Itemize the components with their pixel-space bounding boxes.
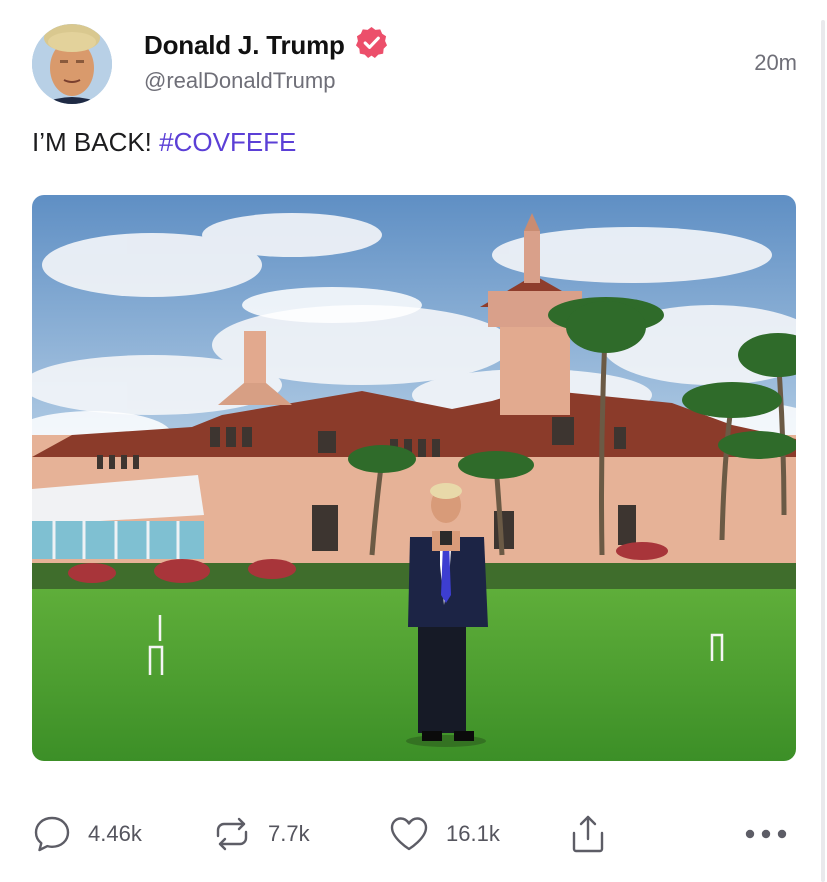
more-dots-icon bbox=[745, 828, 787, 840]
reply-count: 4.46k bbox=[88, 821, 142, 846]
post-photo[interactable] bbox=[32, 195, 796, 761]
post-header: Donald J. Trump @realDonaldTrump 20m bbox=[32, 24, 797, 108]
author-handle[interactable]: @realDonaldTrump bbox=[144, 68, 335, 94]
repost-arrows-icon bbox=[212, 814, 252, 854]
repost-count: 7.7k bbox=[268, 821, 310, 846]
post-text: I’M BACK! #COVFEFE bbox=[32, 127, 296, 158]
scrollbar[interactable] bbox=[821, 20, 825, 882]
reply-button[interactable]: 4.46k bbox=[32, 808, 142, 860]
like-button[interactable]: 16.1k bbox=[388, 808, 500, 860]
post-text-body: I’M BACK! bbox=[32, 127, 160, 157]
share-button[interactable] bbox=[570, 808, 606, 860]
post-action-bar: 4.46k 7.7k 16.1k bbox=[32, 808, 797, 860]
more-options-button[interactable] bbox=[745, 808, 787, 860]
heart-icon bbox=[388, 814, 430, 854]
verified-badge-icon bbox=[355, 26, 388, 64]
hashtag-link[interactable]: #COVFEFE bbox=[159, 127, 296, 157]
like-count: 16.1k bbox=[446, 821, 500, 846]
author-name-row: Donald J. Trump bbox=[144, 26, 388, 64]
share-icon bbox=[570, 813, 606, 855]
avatar[interactable] bbox=[32, 24, 112, 104]
author-display-name[interactable]: Donald J. Trump bbox=[144, 30, 345, 61]
post-timestamp[interactable]: 20m bbox=[754, 50, 797, 76]
repost-button[interactable]: 7.7k bbox=[212, 808, 310, 860]
speech-bubble-icon bbox=[32, 814, 72, 854]
